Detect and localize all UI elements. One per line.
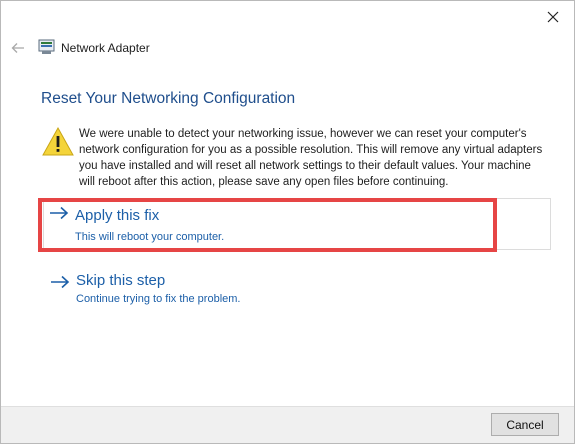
warning-message: We were unable to detect your networking… [79,128,543,188]
back-arrow-icon [11,43,24,53]
close-button[interactable] [538,5,568,29]
apply-fix-subtitle: This will reboot your computer. [75,231,225,243]
close-icon [547,11,559,23]
network-adapter-icon [38,39,56,55]
troubleshooter-window: Network Adapter Reset Your Networking Co… [0,0,575,444]
skip-step-title: Skip this step [76,272,166,289]
page-heading: Reset Your Networking Configuration [41,90,296,107]
back-button[interactable] [9,39,27,57]
window-title: Network Adapter [61,41,150,55]
arrow-right-icon [48,205,70,221]
arrow-right-icon [49,274,71,290]
apply-fix-option[interactable]: Apply this fix This will reboot your com… [43,198,551,250]
cancel-button[interactable]: Cancel [491,413,559,436]
skip-step-subtitle: Continue trying to fix the problem. [76,293,241,305]
footer-bar: Cancel [1,406,574,443]
skip-step-option[interactable]: Skip this step Continue trying to fix th… [45,268,545,312]
warning-icon [41,126,75,158]
apply-fix-title: Apply this fix [75,207,160,224]
